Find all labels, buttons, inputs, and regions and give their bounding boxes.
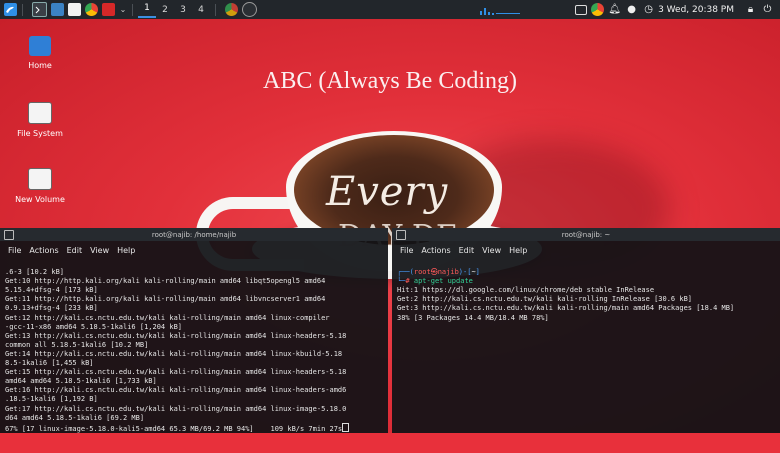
menu-help[interactable]: Help bbox=[509, 246, 527, 255]
terminal-line: Get:3 http://kali.cs.nctu.edu.tw/kali ka… bbox=[397, 304, 735, 313]
terminal-output[interactable]: ┌──(root㉿najib)-[~] └─# apt-get update Hit… bbox=[392, 258, 780, 342]
terminal-cursor bbox=[342, 422, 350, 432]
desktop-icon-home[interactable]: Home bbox=[8, 36, 72, 70]
drive-icon bbox=[28, 168, 52, 190]
workspace-4[interactable]: 4 bbox=[192, 5, 210, 15]
terminal-line: 0.9.13+dfsg-4 [233 kB] bbox=[5, 304, 98, 313]
terminal-output[interactable]: .6-3 [10.2 kB] Get:10 http://http.kali.or… bbox=[0, 258, 388, 453]
panel-separator bbox=[215, 3, 216, 16]
terminal-line: common all 5.18.5-1kali6 [10.2 MB] bbox=[5, 340, 149, 349]
menu-file[interactable]: File bbox=[400, 246, 413, 255]
desktop-icon-label: New Volume bbox=[15, 195, 65, 204]
clock-icon[interactable]: ◷ bbox=[642, 3, 655, 16]
terminal-line: amd64 amd64 5.18.5-1kali6 [1,733 kB] bbox=[5, 377, 157, 386]
menu-actions[interactable]: Actions bbox=[421, 246, 450, 255]
terminal-line: .18.5-1kali6 [1,192 B] bbox=[5, 395, 98, 404]
menu-help[interactable]: Help bbox=[117, 246, 135, 255]
menu-view[interactable]: View bbox=[90, 246, 109, 255]
chrome-icon[interactable] bbox=[85, 3, 98, 16]
prompt-line-2: └─# apt-get update bbox=[397, 277, 473, 286]
menu-file[interactable]: File bbox=[8, 246, 21, 255]
terminal-icon bbox=[4, 230, 14, 240]
cpu-graph-icon bbox=[480, 8, 520, 15]
terminal-line: Get:11 http://http.kali.org/kali kali-ro… bbox=[5, 295, 326, 304]
desktop-icon-label: Home bbox=[28, 61, 52, 70]
home-folder-icon bbox=[29, 36, 51, 56]
desktop-icon-label: File System bbox=[17, 129, 63, 138]
progress-line: 67% [17 linux-image-5.18.0-kali5-amd64 6… bbox=[5, 422, 383, 434]
panel-separator bbox=[22, 3, 23, 16]
bell-icon[interactable]: 🔔︎ bbox=[608, 3, 621, 16]
progress-text: 67% [17 linux-image-5.18.0-kali5-amd64 6… bbox=[5, 424, 343, 433]
terminal-line: .6-3 [10.2 kB] bbox=[5, 268, 65, 277]
menu-view[interactable]: View bbox=[482, 246, 501, 255]
terminal-line: 8.5-1kali6 [1,455 kB] bbox=[5, 359, 94, 368]
system-tray: 🔔︎ ● ◷ 3 Wed, 20:38 PM 🔒︎ ⏻ bbox=[571, 0, 780, 19]
prompt-user: root bbox=[413, 268, 431, 277]
terminal-titlebar[interactable]: root@najib: ~ bbox=[392, 228, 780, 241]
terminal-window-right[interactable]: root@najib: ~ File Actions Edit View Hel… bbox=[392, 228, 780, 433]
terminal-titlebar[interactable]: root@najib: /home/najib bbox=[0, 228, 388, 241]
terminal-line: Get:13 http://kali.cs.nctu.edu.tw/kali k… bbox=[5, 331, 347, 340]
chrome-icon[interactable] bbox=[591, 3, 605, 16]
command-text: apt-get update bbox=[413, 277, 473, 286]
panel-separator bbox=[132, 3, 133, 16]
terminal-line: -gcc-11-x86 amd64 5.18.5-1kali6 [1,204 k… bbox=[5, 322, 183, 331]
terminal-line: d64 amd64 5.18.5-1kali6 [69.2 MB] bbox=[5, 413, 145, 422]
prompt-line-1: ┌──(root㉿najib)-[~] bbox=[397, 268, 480, 277]
chrome-window-icon[interactable] bbox=[225, 3, 238, 16]
workspace-2[interactable]: 2 bbox=[156, 5, 174, 15]
terminal-line: Hit:1 https://dl.google.com/linux/chrome… bbox=[397, 286, 655, 295]
lock-icon[interactable]: 🔒︎ bbox=[744, 3, 757, 16]
top-panel: ⌄ 1 2 3 4 🔔︎ ● ◷ 3 Wed, 20:38 PM 🔒︎ ⏻ bbox=[0, 0, 780, 19]
menu-edit[interactable]: Edit bbox=[67, 246, 83, 255]
desktop-icon-new-volume[interactable]: New Volume bbox=[8, 168, 72, 204]
terminal-menubar: File Actions Edit View Help bbox=[0, 242, 388, 258]
folder-icon[interactable] bbox=[51, 3, 64, 16]
latte-art-text: Every bbox=[326, 169, 449, 215]
terminal-title: root@najib: ~ bbox=[561, 230, 611, 239]
prompt-host: najib bbox=[437, 268, 459, 277]
power-icon[interactable]: ⏻ bbox=[761, 3, 774, 16]
terminal-line: Get:16 http://kali.cs.nctu.edu.tw/kali k… bbox=[5, 386, 347, 395]
terminal-line: Get:15 http://kali.cs.nctu.edu.tw/kali k… bbox=[5, 368, 347, 377]
terminal-title: root@najib: /home/najib bbox=[151, 230, 237, 239]
chevron-down-icon[interactable]: ⌄ bbox=[119, 3, 127, 16]
terminal-line: Get:14 http://kali.cs.nctu.edu.tw/kali k… bbox=[5, 349, 343, 358]
terminal-line: Get:2 http://kali.cs.nctu.edu.tw/kali ka… bbox=[397, 295, 693, 304]
text-editor-icon[interactable] bbox=[68, 3, 81, 16]
terminal-line: Get:10 http://http.kali.org/kali kali-ro… bbox=[5, 277, 326, 286]
app-window-icon[interactable] bbox=[242, 2, 257, 17]
flag-icon[interactable] bbox=[102, 3, 115, 16]
terminal-icon[interactable] bbox=[32, 2, 47, 17]
menu-actions[interactable]: Actions bbox=[29, 246, 58, 255]
terminal-menubar: File Actions Edit View Help bbox=[392, 242, 780, 258]
terminal-window-left[interactable]: root@najib: /home/najib File Actions Edi… bbox=[0, 228, 388, 433]
terminal-line: Get:17 http://kali.cs.nctu.edu.tw/kali k… bbox=[5, 404, 347, 413]
desktop-icon-file-system[interactable]: File System bbox=[8, 102, 72, 138]
drive-icon bbox=[28, 102, 52, 124]
terminal-line: Get:12 http://kali.cs.nctu.edu.tw/kali k… bbox=[5, 313, 330, 322]
clock[interactable]: 3 Wed, 20:38 PM bbox=[658, 5, 734, 15]
terminal-line: 5.15.4+dfsg-4 [173 kB] bbox=[5, 286, 98, 295]
window-icon[interactable] bbox=[575, 4, 588, 15]
kali-menu-icon[interactable] bbox=[4, 3, 17, 16]
terminal-line: 38% [3 Packages 14.4 MB/18.4 MB 78%] bbox=[397, 313, 549, 322]
terminal-icon bbox=[396, 230, 406, 240]
wallpaper-title: ABC (Always Be Coding) bbox=[263, 68, 517, 94]
workspace-1[interactable]: 1 bbox=[138, 1, 156, 18]
workspace-3[interactable]: 3 bbox=[174, 5, 192, 15]
moon-icon[interactable]: ● bbox=[625, 3, 638, 16]
menu-edit[interactable]: Edit bbox=[459, 246, 475, 255]
